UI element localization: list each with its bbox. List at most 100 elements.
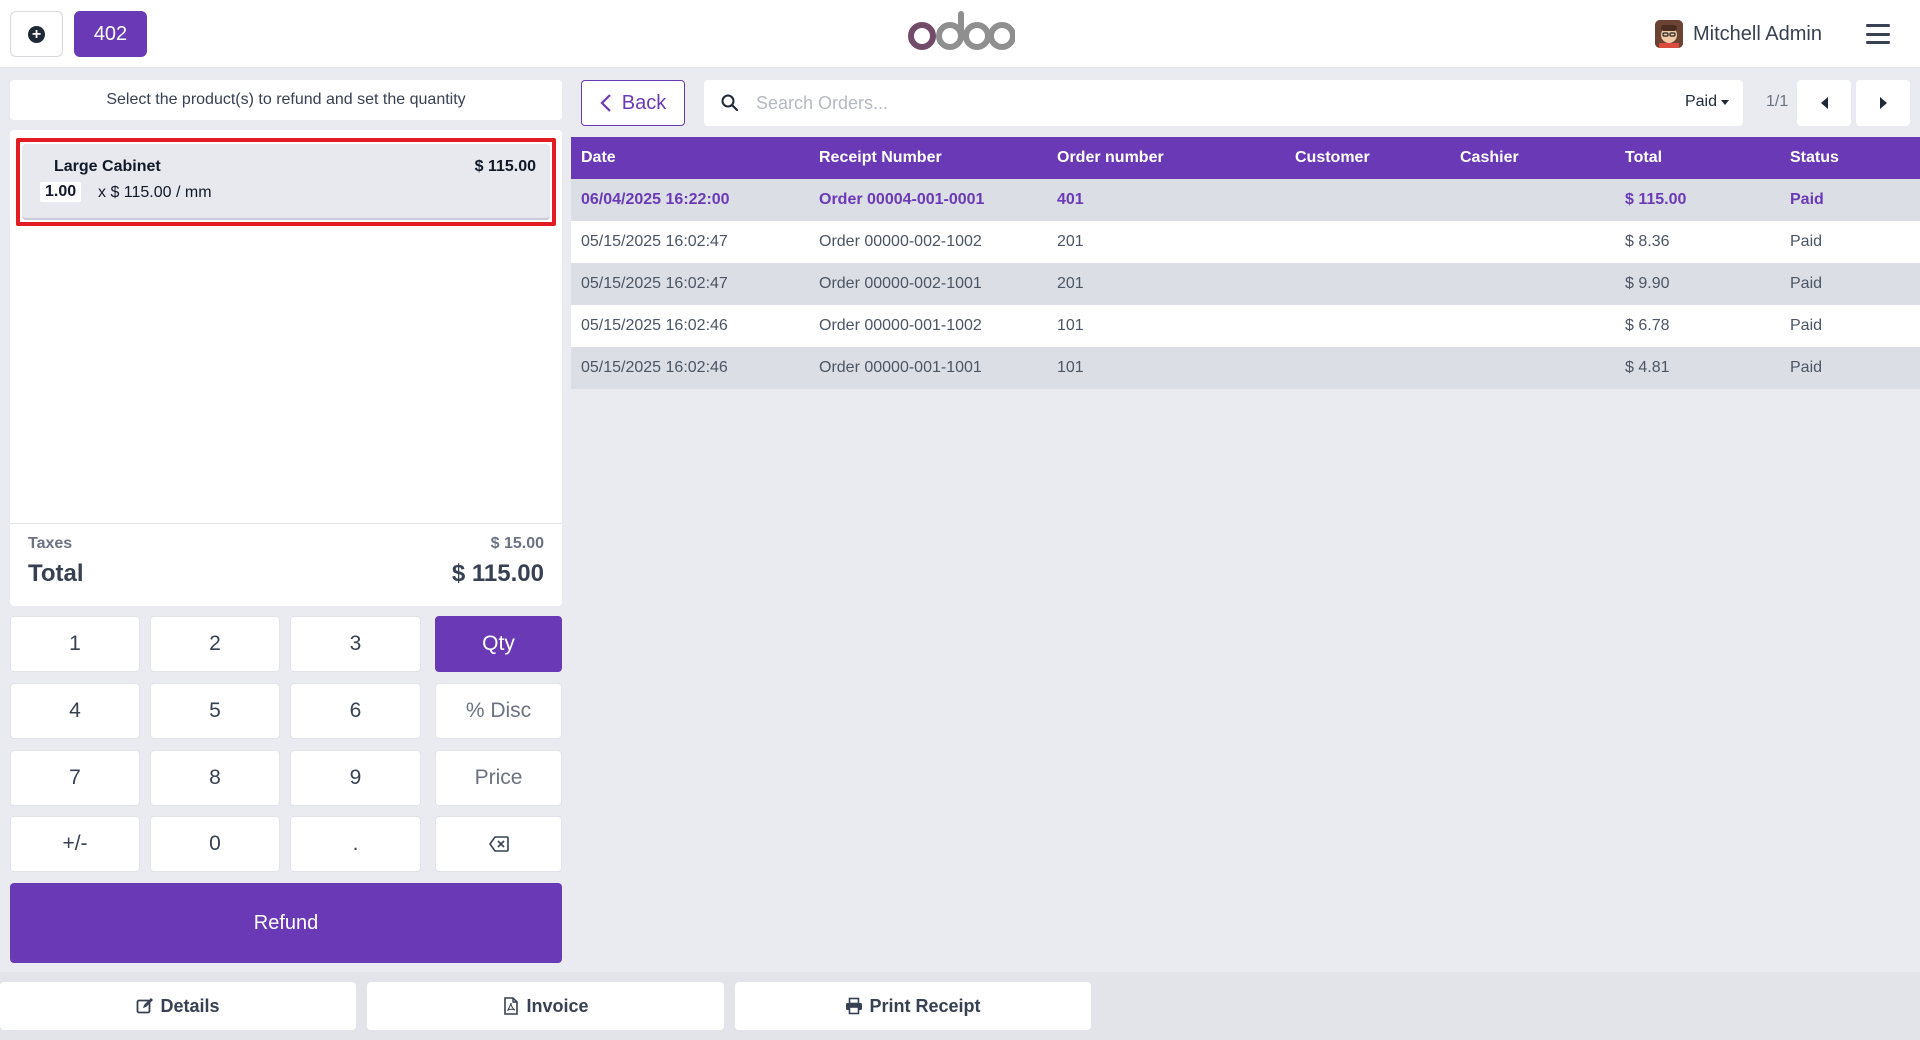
invoice-button[interactable]: Invoice — [367, 982, 724, 1030]
invoice-label: Invoice — [526, 995, 589, 1016]
print-icon — [846, 997, 863, 1015]
table-row[interactable]: 05/15/2025 16:02:47 Order 00000-002-1001… — [571, 263, 1920, 305]
user-menu[interactable]: Mitchell Admin — [1655, 18, 1822, 50]
numpad-key-decimal[interactable]: . — [290, 816, 421, 872]
next-page-button[interactable] — [1856, 80, 1910, 126]
search-icon — [721, 94, 739, 112]
numpad-key-1[interactable]: 1 — [10, 616, 140, 672]
page-count: 1/1 — [1766, 93, 1789, 110]
numpad-key-4[interactable]: 4 — [10, 683, 140, 739]
refund-button[interactable]: Refund — [10, 883, 562, 963]
file-pdf-icon — [504, 997, 519, 1015]
column-header-receipt-number: Receipt Number — [819, 149, 942, 166]
numpad-key-5[interactable]: 5 — [150, 683, 280, 739]
current-order-tab[interactable]: 402 — [74, 11, 147, 57]
details-button[interactable]: Details — [0, 982, 356, 1030]
search-input[interactable] — [756, 92, 1636, 114]
edit-icon — [137, 998, 154, 1014]
caret-down-icon — [1721, 99, 1729, 105]
cell-status: Paid — [1790, 233, 1823, 250]
cell-status: Paid — [1790, 359, 1823, 376]
backspace-icon — [488, 836, 509, 852]
orderline-price: $ 115.00 — [474, 158, 536, 175]
total-value: $ 115.00 — [451, 560, 544, 587]
orderline-unit-price: x $ 115.00 / mm — [98, 184, 212, 201]
cell-receipt-number: Order 00004-001-0001 — [819, 191, 985, 208]
cell-date: 06/04/2025 16:22:00 — [581, 191, 730, 208]
cell-receipt-number: Order 00000-002-1001 — [819, 275, 982, 292]
orderline-selected[interactable]: Large Cabinet $ 115.00 1.00 x $ 115.00 /… — [16, 138, 556, 226]
mode-price-button[interactable]: Price — [435, 750, 562, 806]
cell-status: Paid — [1790, 317, 1823, 334]
cell-order-number: 101 — [1057, 359, 1084, 376]
avatar — [1655, 20, 1683, 48]
backspace-button[interactable] — [435, 816, 562, 872]
odoo-logo — [908, 11, 1015, 50]
search-bar: Paid — [704, 80, 1743, 126]
caret-right-icon — [1879, 97, 1887, 109]
orders-table: Date Receipt Number Order number Custome… — [571, 137, 1920, 389]
column-header-date: Date — [581, 149, 616, 166]
cell-total: $ 4.81 — [1625, 359, 1670, 376]
print-receipt-button[interactable]: Print Receipt — [735, 982, 1091, 1030]
cell-date: 05/15/2025 16:02:46 — [581, 359, 728, 376]
column-header-order-number: Order number — [1057, 149, 1164, 166]
status-filter-label: Paid — [1684, 93, 1717, 110]
table-row[interactable]: 05/15/2025 16:02:46 Order 00000-001-1001… — [571, 347, 1920, 389]
column-header-total: Total — [1625, 149, 1663, 166]
orderline[interactable]: Large Cabinet $ 115.00 1.00 x $ 115.00 /… — [22, 144, 550, 220]
numpad-key-6[interactable]: 6 — [290, 683, 421, 739]
status-filter-dropdown[interactable]: Paid — [1685, 93, 1729, 111]
control-buttons-bar: Details Invoice Print Receipt — [0, 972, 1920, 1040]
taxes-label: Taxes — [28, 535, 73, 552]
numpad-key-plus-minus[interactable]: +/- — [10, 816, 140, 872]
chevron-left-icon — [600, 94, 611, 112]
divider — [10, 523, 562, 524]
numpad-key-9[interactable]: 9 — [290, 750, 421, 806]
table-row[interactable]: 06/04/2025 16:22:00 Order 00004-001-0001… — [571, 179, 1920, 221]
cell-order-number: 201 — [1057, 275, 1084, 292]
mode-discount-button[interactable]: % Disc — [435, 683, 562, 739]
cell-receipt-number: Order 00000-002-1002 — [819, 233, 982, 250]
new-order-button[interactable]: + — [10, 11, 63, 57]
cell-status: Paid — [1790, 275, 1823, 292]
cell-total: $ 6.78 — [1625, 317, 1670, 334]
numpad-key-3[interactable]: 3 — [290, 616, 421, 672]
cell-order-number: 401 — [1057, 191, 1084, 208]
cell-date: 05/15/2025 16:02:47 — [581, 275, 728, 292]
cell-total: $ 9.90 — [1625, 275, 1670, 292]
print-receipt-label: Print Receipt — [869, 995, 981, 1016]
taxes-value: $ 15.00 — [490, 535, 544, 552]
cell-total: $ 115.00 — [1625, 191, 1687, 208]
table-row[interactable]: 05/15/2025 16:02:46 Order 00000-001-1002… — [571, 305, 1920, 347]
numpad-key-7[interactable]: 7 — [10, 750, 140, 806]
cell-order-number: 201 — [1057, 233, 1084, 250]
cell-date: 05/15/2025 16:02:47 — [581, 233, 728, 250]
mode-qty-button[interactable]: Qty — [435, 616, 562, 672]
user-name: Mitchell Admin — [1693, 22, 1822, 45]
back-label: Back — [621, 91, 667, 114]
back-button[interactable]: Back — [581, 80, 685, 126]
menu-icon[interactable] — [1866, 24, 1890, 44]
previous-page-button[interactable] — [1797, 80, 1851, 126]
table-header: Date Receipt Number Order number Custome… — [571, 137, 1920, 179]
refund-orderlines: Large Cabinet $ 115.00 1.00 x $ 115.00 /… — [10, 130, 562, 606]
column-header-cashier: Cashier — [1460, 149, 1519, 166]
numpad-key-0[interactable]: 0 — [150, 816, 280, 872]
plus-circle-icon: + — [28, 25, 45, 43]
caret-left-icon — [1820, 97, 1828, 109]
refund-instruction: Select the product(s) to refund and set … — [10, 80, 562, 120]
column-header-customer: Customer — [1295, 149, 1370, 166]
top-bar: + 402 Mitchell Admin — [0, 0, 1920, 68]
cell-order-number: 101 — [1057, 317, 1084, 334]
orderline-product-name: Large Cabinet — [54, 158, 161, 175]
cell-receipt-number: Order 00000-001-1002 — [819, 317, 982, 334]
cell-status: Paid — [1790, 191, 1824, 208]
orderline-qty: 1.00 — [40, 182, 82, 202]
cell-total: $ 8.36 — [1625, 233, 1670, 250]
total-label: Total — [28, 560, 84, 587]
numpad-key-8[interactable]: 8 — [150, 750, 280, 806]
table-row[interactable]: 05/15/2025 16:02:47 Order 00000-002-1002… — [571, 221, 1920, 263]
numpad-key-2[interactable]: 2 — [150, 616, 280, 672]
cell-date: 05/15/2025 16:02:46 — [581, 317, 728, 334]
